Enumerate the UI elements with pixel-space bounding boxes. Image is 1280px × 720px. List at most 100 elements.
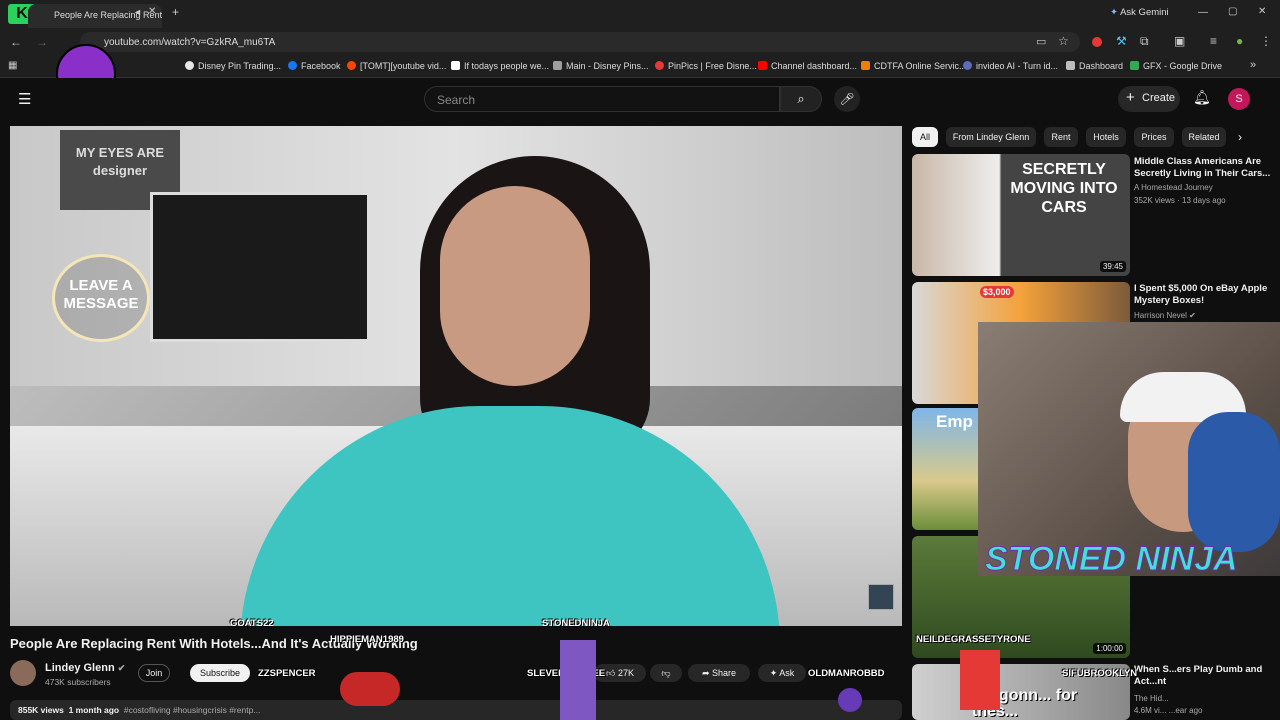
chat-name-overlay: OLDMANROBBD: [808, 668, 885, 679]
bookmark-favicon-icon: [963, 61, 972, 70]
thumbnail-text: $3,000: [980, 286, 1014, 298]
leave-message-sign: LEAVE A MESSAGE: [52, 254, 150, 342]
verified-icon: ✔: [1189, 311, 1196, 320]
minimize-icon[interactable]: —: [1198, 7, 1208, 18]
share-icon: ➦: [701, 668, 712, 678]
bookmark-favicon-icon: [185, 61, 194, 70]
bookmark-item[interactable]: CDTFA Online Servic...: [861, 61, 967, 71]
video-description-box[interactable]: 855K views 1 month ago #costofliving #ho…: [10, 700, 902, 720]
bookmark-favicon-icon: [451, 61, 460, 70]
bookmark-label: GFX - Google Drive: [1143, 61, 1223, 71]
chip-hotels[interactable]: Hotels: [1086, 127, 1126, 147]
recommended-channel[interactable]: The Hid...: [1134, 694, 1169, 703]
back-icon[interactable]: ←: [10, 35, 22, 49]
bookmark-item[interactable]: Main - Disney Pins...: [553, 61, 649, 71]
share-button[interactable]: ➦ Share: [688, 664, 750, 682]
bookmark-item[interactable]: invideo AI - Turn id...: [963, 61, 1058, 71]
thumbs-up-icon: 👍︎: [606, 668, 618, 678]
verified-icon: ✔: [117, 663, 126, 673]
channel-name[interactable]: Lindey Glenn ✔: [45, 662, 125, 674]
chat-name-overlay: STONEDNINJA: [542, 618, 610, 629]
recommended-channel[interactable]: A Homestead Journey: [1134, 183, 1213, 192]
chat-name-overlay: GOATS22: [230, 618, 274, 629]
bookmark-label: invideo AI - Turn id...: [976, 61, 1059, 71]
search-input[interactable]: Search: [424, 86, 780, 112]
chip-rent[interactable]: Rent: [1044, 127, 1078, 147]
chip-prices[interactable]: Prices: [1134, 127, 1174, 147]
bookmark-item[interactable]: [TOMT][youtube vid...: [347, 61, 446, 71]
recommended-title[interactable]: When S...ers Play Dumb and Act...nt: [1134, 664, 1274, 688]
bookmarks-overflow-icon[interactable]: »: [1250, 59, 1256, 71]
bookmark-item[interactable]: Disney Pin Trading...: [185, 61, 281, 71]
bookmark-item[interactable]: Facebook: [288, 61, 341, 71]
bookmark-item[interactable]: Channel dashboard...: [758, 61, 857, 71]
maximize-icon[interactable]: ▢: [1228, 6, 1237, 17]
recommended-channel[interactable]: Harrison Nevel ✔: [1134, 311, 1196, 320]
subscribe-button[interactable]: Subscribe: [190, 664, 250, 682]
recommended-title[interactable]: I Spent $5,000 On eBay Apple Mystery Box…: [1134, 283, 1274, 307]
cast-icon[interactable]: ▭: [1036, 35, 1046, 48]
extensions-icon[interactable]: ⧉: [1140, 34, 1149, 49]
bookmark-item[interactable]: GFX - Google Drive: [1130, 61, 1222, 71]
video-host-face: [440, 186, 590, 386]
menu-dots-icon[interactable]: ⋮: [1260, 34, 1272, 48]
tab-title: People Are Replacing Rent: [54, 10, 162, 20]
streamer-name-overlay: STONED NINJA: [985, 540, 1239, 579]
forward-icon[interactable]: →: [36, 35, 48, 49]
create-button[interactable]: + Create: [1118, 86, 1180, 112]
url-field[interactable]: youtube.com/watch?v=GzkRA_mu6TA: [80, 32, 1080, 52]
bookmark-item[interactable]: If todays people we...: [451, 61, 549, 71]
chip-all[interactable]: All: [912, 127, 938, 147]
search-button[interactable]: ⌕: [780, 86, 822, 112]
plus-icon: +: [1126, 89, 1135, 106]
streamer-webcam: [978, 322, 1280, 576]
bookmark-favicon-icon: [655, 61, 664, 70]
bookmark-label: Channel dashboard...: [771, 61, 858, 71]
tab-close-icon[interactable]: ✕: [148, 6, 156, 17]
bookmark-item[interactable]: Dashboard: [1066, 61, 1123, 71]
hamburger-menu-icon[interactable]: ☰: [18, 90, 31, 108]
video-player[interactable]: MY EYES ARE designer LEAVE A MESSAGE: [10, 126, 902, 626]
url-text: youtube.com/watch?v=GzkRA_mu6TA: [104, 37, 276, 48]
dislike-button[interactable]: 👎︎: [650, 664, 682, 682]
bookmark-star-icon[interactable]: ☆: [1058, 34, 1069, 48]
notifications-bell-icon[interactable]: 🔔︎: [1193, 89, 1211, 106]
account-avatar[interactable]: S: [1228, 88, 1250, 110]
channel-watermark[interactable]: [868, 584, 894, 610]
voice-search-button[interactable]: 🎤︎: [834, 86, 860, 112]
profile-icon[interactable]: ●: [1236, 34, 1243, 48]
bookmark-item[interactable]: PinPics | Free Disne...: [655, 61, 757, 71]
new-tab-icon[interactable]: +: [172, 5, 179, 19]
chip-from-channel[interactable]: From Lindey Glenn: [946, 127, 1036, 147]
bookmark-label: Main - Disney Pins...: [566, 61, 649, 71]
chip-related[interactable]: Related: [1182, 127, 1226, 147]
media-control-icon[interactable]: ≡: [1210, 34, 1217, 48]
video-monitor-prop: [150, 192, 370, 342]
bookmark-label: PinPics | Free Disne...: [668, 61, 757, 71]
ask-label: Ask: [779, 668, 795, 678]
apps-grid-icon[interactable]: ▦: [8, 60, 17, 71]
chat-avatar-sprite: [560, 640, 596, 720]
bookmark-label: If todays people we...: [464, 61, 550, 71]
bookmark-label: [TOMT][youtube vid...: [360, 61, 447, 71]
window-close-icon[interactable]: ✕: [1258, 6, 1266, 17]
recommended-title[interactable]: Middle Class Americans Are Secretly Livi…: [1134, 156, 1274, 180]
ask-gemini-label: Ask Gemini: [1120, 7, 1169, 18]
extension-tool-icon[interactable]: ⚒: [1116, 34, 1127, 48]
search-icon: ⌕: [797, 91, 805, 106]
upload-age: 1 month ago: [68, 705, 120, 715]
extension-red-icon[interactable]: [1092, 37, 1102, 47]
chips-next-icon[interactable]: ›: [1238, 130, 1242, 144]
address-bar-row: ← → youtube.com/watch?v=GzkRA_mu6TA ▭ ☆ …: [0, 28, 1280, 56]
channel-avatar[interactable]: [10, 660, 36, 686]
bookmark-label: Dashboard: [1079, 61, 1124, 71]
bookmark-favicon-icon: [288, 61, 297, 70]
bookmark-favicon-icon: [553, 61, 562, 70]
ask-gemini-button[interactable]: ✦ Ask Gemini: [1110, 7, 1169, 18]
join-button[interactable]: Join: [138, 664, 170, 682]
ask-button[interactable]: ✦ Ask: [758, 664, 806, 682]
create-label: Create: [1142, 92, 1176, 104]
bookmarks-bar: ▦ Disney Pin Trading... Facebook [TOMT][…: [0, 56, 1280, 78]
sidebar-icon[interactable]: ▣: [1174, 34, 1185, 48]
recommended-thumbnail[interactable]: SECRETLY MOVING INTO CARS 39:45: [912, 154, 1130, 276]
